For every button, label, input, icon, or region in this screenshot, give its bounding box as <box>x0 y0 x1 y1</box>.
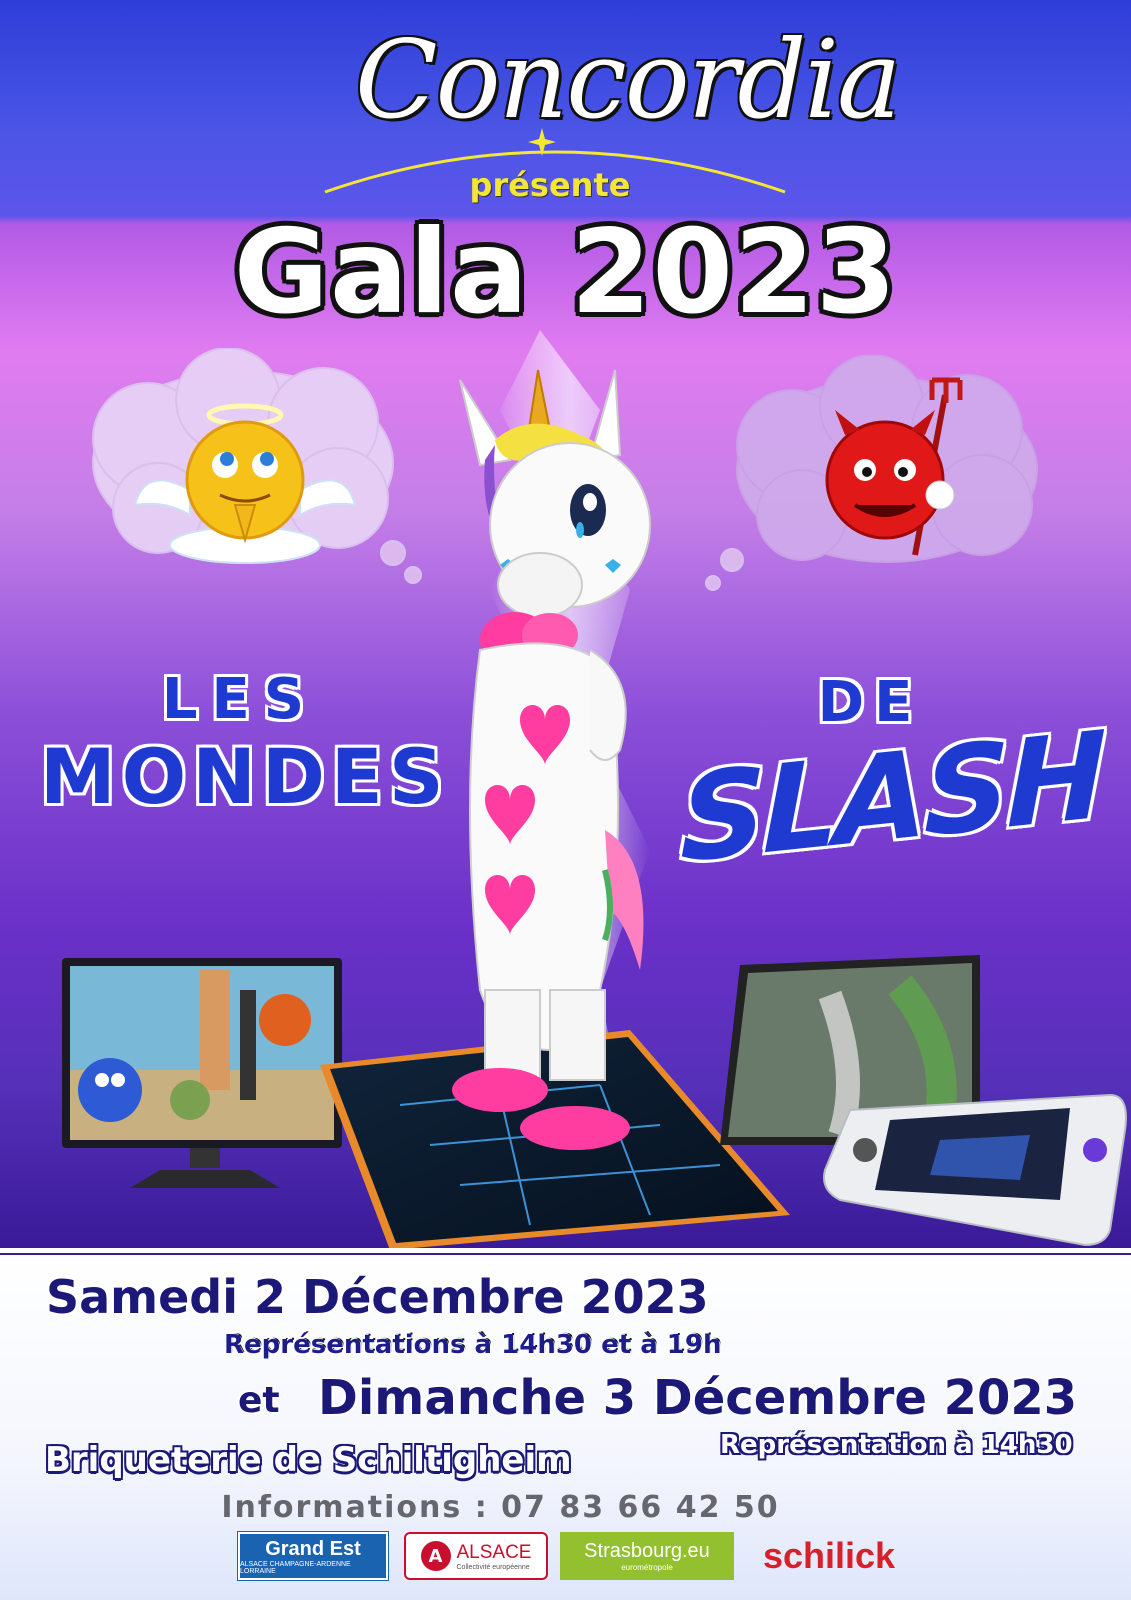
schilick-logo: schilick <box>762 1535 896 1576</box>
show-title-les: LES <box>161 667 319 732</box>
sunday-date: Dimanche 3 Décembre 2023 <box>318 1370 1078 1426</box>
gala-poster: Concordia présente Gala 2023 LES MONDES … <box>0 0 1131 1600</box>
alsace-sub: Collectivité européenne <box>456 1563 530 1571</box>
show-title-mondes: MONDES <box>40 732 450 821</box>
thought-bubble <box>404 566 422 584</box>
alsace-mark-icon: A <box>420 1541 451 1571</box>
grandest-name: Grand Est <box>265 1537 361 1560</box>
strasbourg-sub: eurométropole <box>621 1563 673 1572</box>
angel-emoji-icon <box>135 403 355 564</box>
contact-info: Informations : 07 83 66 42 50 <box>0 1490 1131 1525</box>
handheld-console <box>823 1093 1127 1247</box>
devil-emoji-icon <box>825 377 963 556</box>
band-divider <box>0 1248 1131 1253</box>
alsace-name: ALSACE <box>456 1541 532 1563</box>
presents-label: présente <box>469 166 631 204</box>
saturday-times: Représentations à 14h30 et à 19h <box>224 1330 722 1360</box>
thought-bubble <box>380 540 406 566</box>
unicorn-mascot <box>452 369 651 1150</box>
show-title-left: LES MONDES <box>40 665 450 821</box>
saturday-date: Samedi 2 Décembre 2023 <box>46 1270 709 1324</box>
alsace-logo: A ALSACE Collectivité européenne <box>404 1532 548 1580</box>
grandest-sub: ALSACE CHAMPAGNE-ARDENNE LORRAINE <box>240 1560 351 1575</box>
sunday-times: Représentation à 14h30 <box>720 1430 1073 1460</box>
strasbourg-name: Strasbourg.eu <box>584 1540 710 1562</box>
grandest-logo: Grand Est ALSACE CHAMPAGNE-ARDENNE LORRA… <box>238 1532 388 1580</box>
gala-title: Gala 2023 <box>233 205 898 340</box>
venue: Briqueterie de Schiltigheim <box>45 1440 572 1480</box>
show-title-right: DE SLASH <box>680 672 1103 891</box>
show-title-slash: SLASH <box>680 706 1103 891</box>
thought-bubble <box>720 548 744 572</box>
strasbourg-logo: Strasbourg.eu eurométropole <box>560 1532 734 1580</box>
thought-bubble <box>705 575 721 591</box>
phone-info: Informations : 07 83 66 42 50 <box>221 1490 780 1525</box>
conjunction-et: et <box>238 1380 280 1421</box>
